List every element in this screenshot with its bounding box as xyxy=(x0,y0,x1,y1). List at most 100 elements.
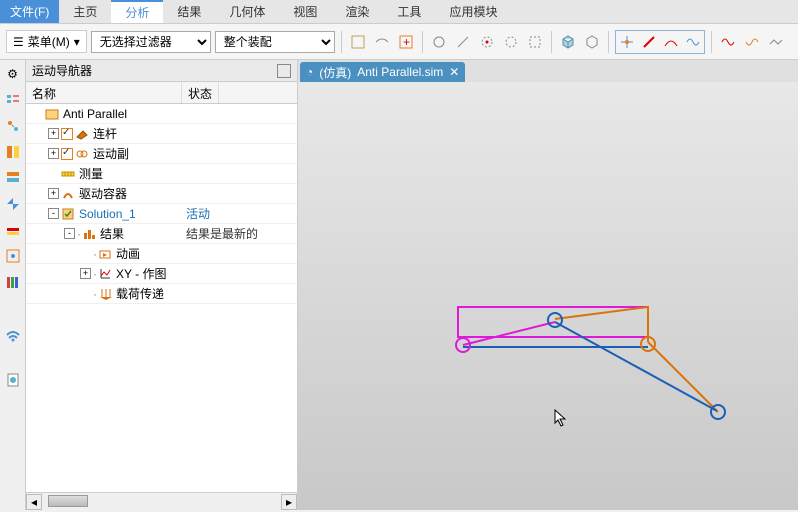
sim-icon: ◔ xyxy=(306,65,313,79)
scroll-right-arrow[interactable]: ▸ xyxy=(281,494,297,510)
anim-icon xyxy=(98,247,112,261)
settings-icon[interactable]: ⚙ xyxy=(3,64,23,84)
wave-icon-1[interactable] xyxy=(718,32,738,52)
nav-icon-doc[interactable] xyxy=(3,370,23,390)
viewport: ◔ (仿真) Anti Parallel.sim ✕ xyxy=(298,60,798,510)
load-icon xyxy=(98,287,112,301)
navigator-headers: 名称 状态 xyxy=(26,82,297,104)
scroll-thumb[interactable] xyxy=(48,495,88,507)
tree-row[interactable]: + 运动副 xyxy=(26,144,297,164)
assembly-select[interactable]: 整个装配 xyxy=(215,31,335,53)
snap-curve-icon[interactable] xyxy=(683,32,703,52)
checkbox[interactable] xyxy=(61,148,73,160)
motion-navigator-panel: 运动导航器 名称 状态 Anti Parallel+连杆+运动副测量+驱动容器-… xyxy=(26,60,298,510)
tool-icon-5[interactable] xyxy=(453,32,473,52)
xy-icon xyxy=(98,267,112,281)
tab-geometry[interactable]: 几何体 xyxy=(215,0,279,23)
tool-icon-8[interactable] xyxy=(525,32,545,52)
col-name-header[interactable]: 名称 xyxy=(26,82,182,103)
nav-icon-7[interactable] xyxy=(3,246,23,266)
wave-icon-3[interactable] xyxy=(766,32,786,52)
tree-label: 驱动容器 xyxy=(77,185,127,202)
model-icon xyxy=(45,107,59,121)
expand-icon[interactable]: + xyxy=(48,128,59,139)
left-sidebar: ⚙ xyxy=(0,60,26,510)
tab-view[interactable]: 视图 xyxy=(279,0,331,23)
tab-render[interactable]: 渲染 xyxy=(331,0,383,23)
close-icon[interactable]: ✕ xyxy=(449,65,459,79)
scroll-track[interactable] xyxy=(42,494,281,510)
tool-icon-7[interactable] xyxy=(501,32,521,52)
tree-label: 动画 xyxy=(114,245,140,262)
expand-icon[interactable]: + xyxy=(80,268,91,279)
tree-row[interactable]: Anti Parallel xyxy=(26,104,297,124)
tree-status: 结果是最新的 xyxy=(182,225,258,242)
nav-icon-3[interactable] xyxy=(3,142,23,162)
nav-icon-1[interactable] xyxy=(3,90,23,110)
nav-icon-wifi[interactable] xyxy=(3,324,23,344)
cursor-icon xyxy=(554,409,568,429)
tab-home[interactable]: 主页 xyxy=(59,0,111,23)
separator xyxy=(608,31,609,53)
tool-icon-1[interactable] xyxy=(348,32,368,52)
tool-cube2-icon[interactable] xyxy=(582,32,602,52)
wave-icon-2[interactable] xyxy=(742,32,762,52)
tree-label: Solution_1 xyxy=(77,207,136,221)
tool-cube-icon[interactable] xyxy=(558,32,578,52)
nav-icon-2[interactable] xyxy=(3,116,23,136)
expand-icon[interactable]: + xyxy=(48,148,59,159)
tool-icon-2[interactable] xyxy=(372,32,392,52)
tool-icon-3[interactable]: + xyxy=(396,32,416,52)
collapse-icon[interactable]: - xyxy=(64,228,75,239)
tree-label: XY - 作图 xyxy=(114,265,166,282)
nav-icon-6[interactable] xyxy=(3,220,23,240)
tree-row[interactable]: 测量 xyxy=(26,164,297,184)
menu-button[interactable]: ☰ 菜单(M) ▾ xyxy=(6,30,87,53)
tree-label: 测量 xyxy=(77,165,103,182)
tree-row[interactable]: +·XY - 作图 xyxy=(26,264,297,284)
tree-row[interactable]: + 连杆 xyxy=(26,124,297,144)
tab-filename: Anti Parallel.sim xyxy=(357,65,443,79)
dropdown-icon: ▾ xyxy=(74,35,80,49)
measure-icon xyxy=(61,167,75,181)
tree-label: 运动副 xyxy=(91,145,129,162)
viewport-canvas[interactable] xyxy=(298,82,798,510)
tree-label: Anti Parallel xyxy=(61,107,127,121)
snap-group xyxy=(615,30,705,54)
tab-application[interactable]: 应用模块 xyxy=(435,0,511,23)
scroll-left-arrow[interactable]: ◂ xyxy=(26,494,42,510)
navigator-title: 运动导航器 xyxy=(32,62,92,79)
tool-icon-6[interactable] xyxy=(477,32,497,52)
navigator-tree[interactable]: Anti Parallel+连杆+运动副测量+驱动容器-Solution_1活动… xyxy=(26,104,297,492)
checkbox[interactable] xyxy=(61,128,73,140)
collapse-icon[interactable]: - xyxy=(48,208,59,219)
snap-tangent-icon[interactable] xyxy=(661,32,681,52)
nav-icon-5[interactable] xyxy=(3,194,23,214)
tool-icon-4[interactable] xyxy=(429,32,449,52)
pin-icon[interactable] xyxy=(277,64,291,78)
snap-point-icon[interactable] xyxy=(617,32,637,52)
tree-row[interactable]: + 驱动容器 xyxy=(26,184,297,204)
snap-line-icon[interactable] xyxy=(639,32,659,52)
tree-row[interactable]: -Solution_1活动 xyxy=(26,204,297,224)
tree-row[interactable]: -·结果结果是最新的 xyxy=(26,224,297,244)
col-status-header[interactable]: 状态 xyxy=(182,82,219,103)
viewport-tabbar: ◔ (仿真) Anti Parallel.sim ✕ xyxy=(298,60,798,82)
tree-row[interactable]: ·动画 xyxy=(26,244,297,264)
file-menu[interactable]: 文件(F) xyxy=(0,0,59,23)
nav-icon-books[interactable] xyxy=(3,272,23,292)
horizontal-scrollbar[interactable]: ◂ ▸ xyxy=(26,492,297,510)
tree-row[interactable]: ·载荷传递 xyxy=(26,284,297,304)
svg-text:+: + xyxy=(403,35,410,49)
tab-results[interactable]: 结果 xyxy=(163,0,215,23)
result-icon xyxy=(82,227,96,241)
viewport-tab[interactable]: ◔ (仿真) Anti Parallel.sim ✕ xyxy=(300,62,465,82)
separator xyxy=(711,31,712,53)
filter-select[interactable]: 无选择过滤器 xyxy=(91,31,211,53)
nav-icon-4[interactable] xyxy=(3,168,23,188)
tab-prefix: (仿真) xyxy=(319,64,351,81)
expand-icon[interactable]: + xyxy=(48,188,59,199)
tab-tools[interactable]: 工具 xyxy=(383,0,435,23)
tree-label: 连杆 xyxy=(91,125,117,142)
tab-analysis[interactable]: 分析 xyxy=(111,0,163,23)
